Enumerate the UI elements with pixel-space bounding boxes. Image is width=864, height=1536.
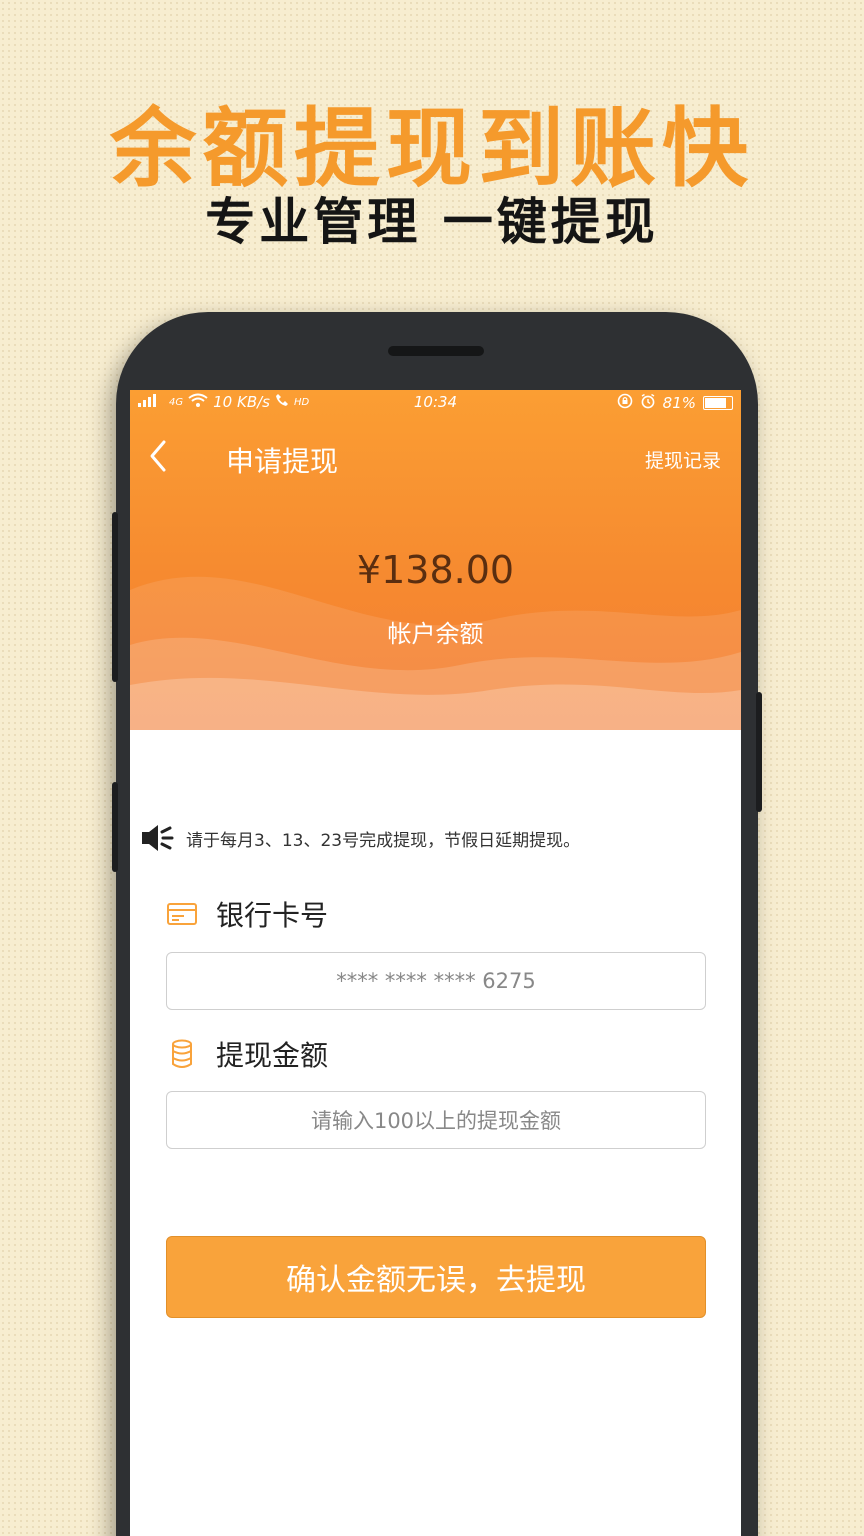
notice-text: 请于每月3、13、23号完成提现，节假日延期提现。 (186, 830, 581, 851)
balance-amount: ¥138.00 (356, 548, 515, 592)
withdraw-history-link[interactable]: 提现记录 (645, 446, 721, 473)
banner-subline: 专业管理 一键提现 (205, 193, 659, 251)
page-title: 申请提现 (226, 445, 339, 478)
amount-input[interactable]: 请输入100以上的提现金额 (166, 1091, 706, 1149)
card-field-label: 银行卡号 (166, 894, 328, 934)
card-label-text: 银行卡号 (216, 899, 329, 932)
battery-percent: 81% (662, 394, 696, 412)
notice-bar: 请于每月3、13、23号完成提现，节假日延期提现。 (140, 820, 740, 856)
battery-icon (703, 396, 733, 410)
phone-side-button (112, 512, 118, 682)
amount-field-label: 提现金额 (166, 1034, 328, 1074)
rotation-lock-icon (617, 393, 633, 413)
phone-side-button (112, 782, 118, 872)
amount-label-text: 提现金额 (216, 1039, 329, 1072)
phone-speaker (388, 346, 484, 356)
back-button[interactable] (144, 438, 174, 474)
card-number-field[interactable]: **** **** **** 6275 (166, 952, 706, 1010)
status-bar: 4G 10 KB/s HD 10:34 81% (130, 390, 741, 416)
coin-stack-icon (172, 1039, 192, 1068)
alarm-icon (640, 393, 656, 413)
chevron-left-icon (150, 440, 166, 472)
speaker-icon (142, 825, 174, 851)
phone-power-button (756, 692, 762, 812)
balance-label: 帐户余额 (387, 620, 484, 648)
confirm-withdraw-button[interactable]: 确认金额无误，去提现 (166, 1236, 706, 1318)
app-screen: 4G 10 KB/s HD 10:34 81% 申请提现 提现记录 ¥138.0… (130, 390, 741, 1536)
bank-card-icon (167, 903, 197, 925)
